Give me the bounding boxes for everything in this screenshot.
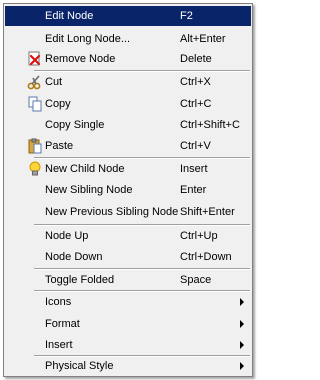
menu-item-shortcut: Ctrl+V [180,140,211,152]
menu-item-label: New Previous Sibling Node [45,206,179,218]
menu-item-shortcut: Alt+Enter [180,33,226,45]
submenu-arrow-icon [240,320,244,328]
menu-item-shortcut: Insert [180,163,208,175]
menu-item-label: Cut [45,76,63,88]
menu-item-edit-node[interactable]: Edit Node F2 [5,6,251,26]
menu-item-new-sibling-node[interactable]: New Sibling Node Enter [5,180,251,200]
menu-item-copy-single[interactable]: Copy Single Ctrl+Shift+C [5,115,251,135]
menu-item-label: Paste [45,140,74,152]
menu-item-label: Copy Single [45,119,105,131]
menu-item-label: Node Down [45,251,103,263]
scissors-icon [27,74,43,90]
menu-item-format[interactable]: Format [5,314,251,334]
submenu-arrow-icon [240,341,244,349]
menu-item-copy[interactable]: Copy Ctrl+C [5,94,251,114]
menu-item-label: Icons [45,296,72,308]
menu-item-toggle-folded[interactable]: Toggle Folded Space [5,270,251,290]
menu-item-label: Insert [45,339,73,351]
menu-item-new-child-node[interactable]: New Child Node Insert [5,159,251,179]
paste-clipboard-icon [27,138,43,154]
menu-item-physical-style[interactable]: Physical Style [5,356,251,376]
remove-x-icon [27,51,43,67]
submenu-arrow-icon [240,298,244,306]
menu-item-cut[interactable]: Cut Ctrl+X [5,72,251,92]
menu-item-label: Toggle Folded [45,274,115,286]
lightbulb-icon [27,161,43,177]
menu-item-shortcut: Space [180,274,212,286]
menu-item-label: New Child Node [45,163,125,175]
menu-item-icons[interactable]: Icons [5,292,251,312]
copy-icon [27,96,43,112]
menu-item-label: New Sibling Node [45,184,133,196]
menu-item-shortcut: Ctrl+X [180,76,211,88]
menu-item-edit-long-node[interactable]: Edit Long Node... Alt+Enter [5,29,251,49]
menu-item-shortcut: Shift+Enter [180,206,235,218]
menu-item-shortcut: Ctrl+Shift+C [180,119,240,131]
menu-item-shortcut: Ctrl+Down [180,251,232,263]
menu-item-shortcut: Ctrl+C [180,98,212,110]
submenu-arrow-icon [240,362,244,370]
menu-item-label: Edit Node [45,10,94,22]
menu-item-shortcut: Delete [180,53,212,65]
menu-item-label: Remove Node [45,53,116,65]
menu-item-paste[interactable]: Paste Ctrl+V [5,136,251,156]
menu-item-label: Format [45,318,80,330]
menu-item-new-previous-sibling-node[interactable]: New Previous Sibling Node Shift+Enter [5,202,251,222]
menu-item-label: Node Up [45,230,89,242]
context-menu: Edit Node F2 Edit Long Node... Alt+Enter… [3,3,253,377]
menu-item-insert[interactable]: Insert [5,335,251,355]
menu-item-label: Edit Long Node... [45,33,131,45]
menu-item-label: Physical Style [45,360,114,372]
menu-item-shortcut: Ctrl+Up [180,230,218,242]
menu-item-node-down[interactable]: Node Down Ctrl+Down [5,247,251,267]
menu-item-node-up[interactable]: Node Up Ctrl+Up [5,226,251,246]
menu-item-shortcut: F2 [180,10,193,22]
menu-item-shortcut: Enter [180,184,207,196]
menu-item-label: Copy [45,98,71,110]
menu-item-remove-node[interactable]: Remove Node Delete [5,49,251,69]
